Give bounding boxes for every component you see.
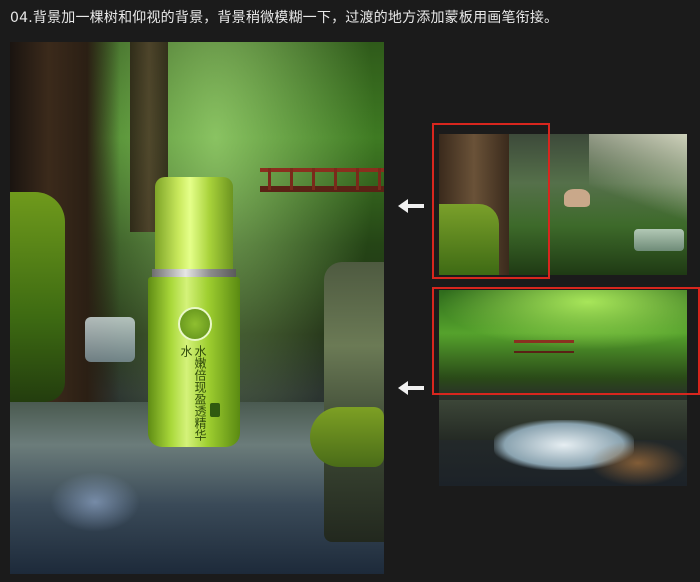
selection-box-background <box>432 287 700 395</box>
selection-box-tree <box>432 123 550 279</box>
deer <box>564 189 590 207</box>
seal-icon <box>210 403 220 417</box>
bottle-collar <box>152 269 236 277</box>
step-instruction-title: 04.背景加一棵树和仰视的背景，背景稍微模糊一下，过渡的地方添加蒙板用画笔衔接。 <box>10 10 559 26</box>
moss <box>10 192 65 402</box>
composite-image: 水嫩倍现盈透精华水 <box>10 42 384 574</box>
product-bottle: 水嫩倍现盈透精华水 <box>148 177 240 447</box>
arrow-left-icon <box>398 199 424 213</box>
product-label: 水嫩倍现盈透精华水 <box>179 345 207 441</box>
arrow-left-icon <box>398 381 424 395</box>
bottle-cap <box>155 177 233 272</box>
red-bridge <box>260 164 384 196</box>
mossy-rock <box>310 407 384 467</box>
bottle-emblem-icon <box>178 307 212 341</box>
rocks <box>324 262 384 542</box>
waterfall <box>85 317 135 362</box>
